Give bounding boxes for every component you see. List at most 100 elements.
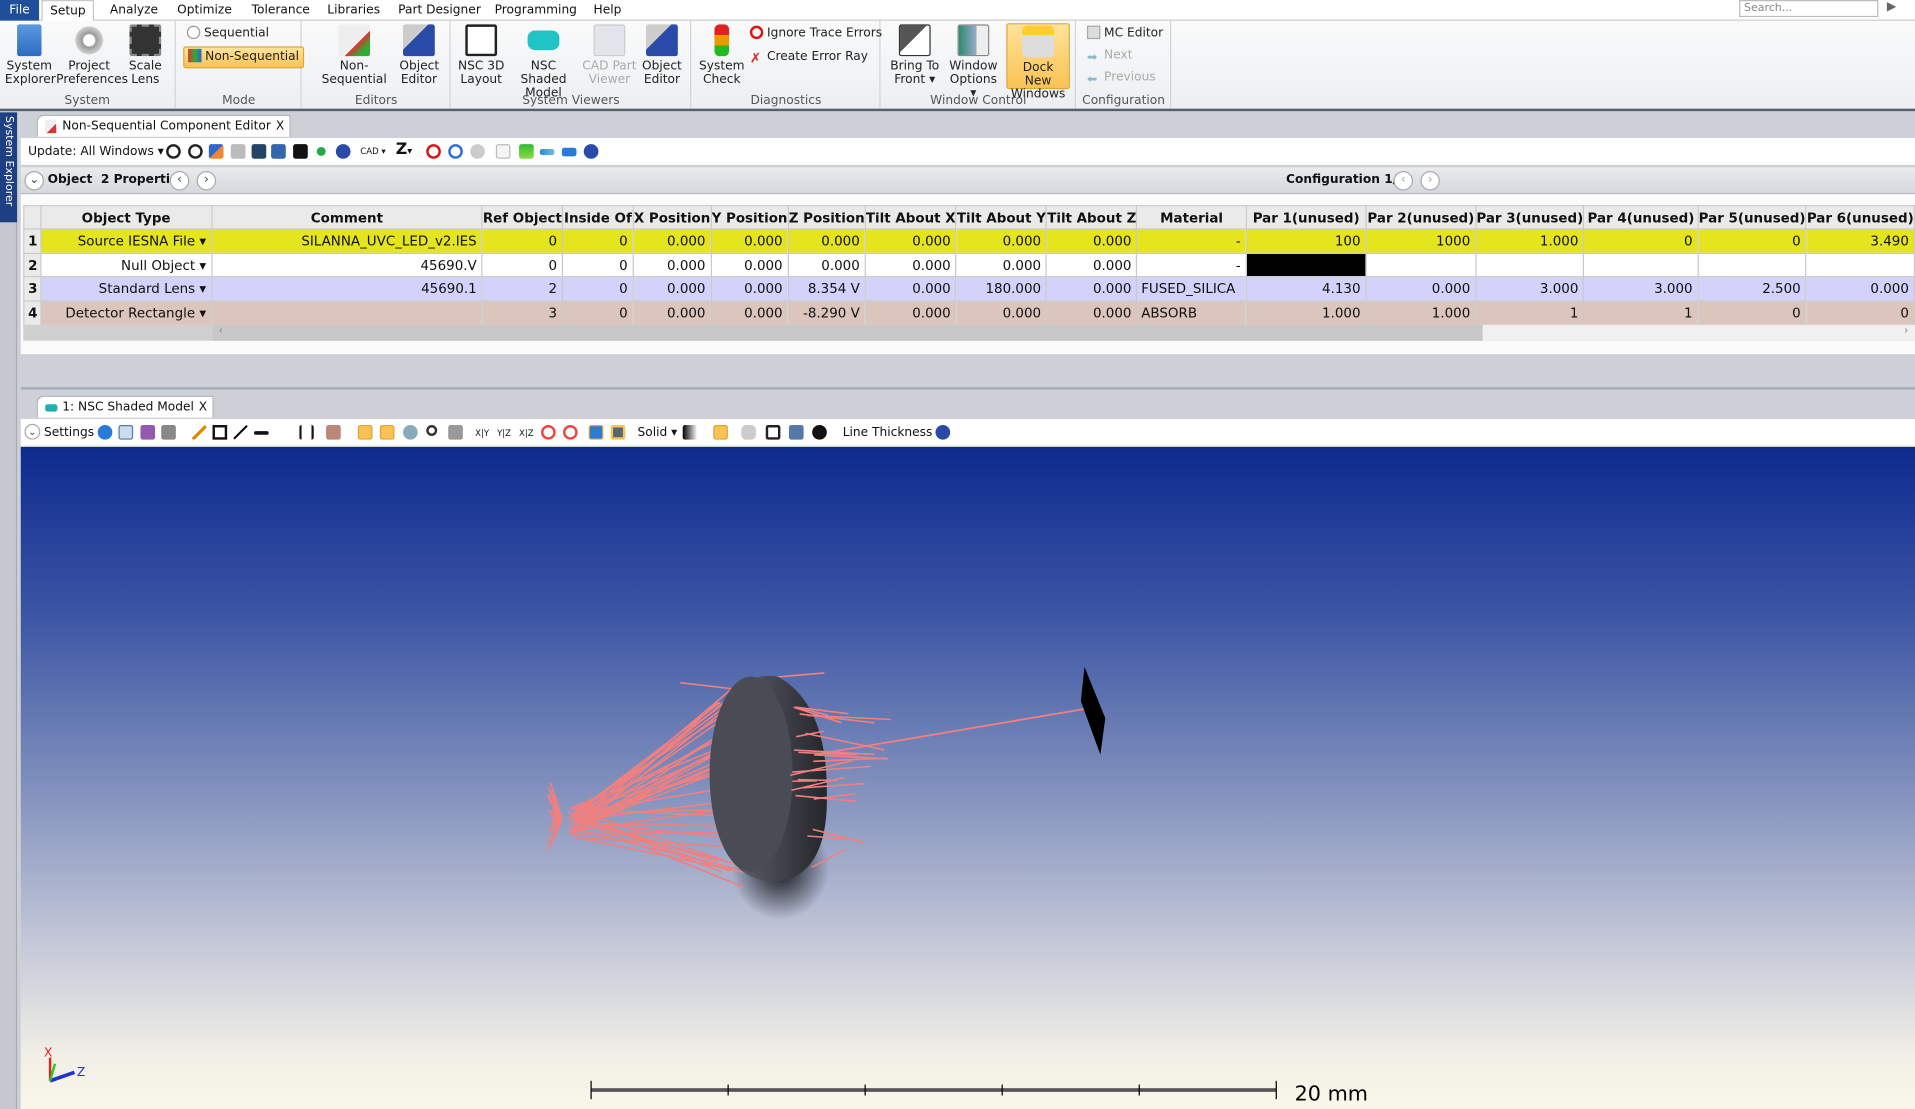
table-cell[interactable]: 0.000 xyxy=(1045,276,1138,302)
scroll-right-icon[interactable]: › xyxy=(1904,325,1908,337)
settings-expand-icon[interactable]: ⌄ xyxy=(24,423,41,440)
flashlight-icon[interactable] xyxy=(713,425,728,440)
table-cell[interactable]: 0.000 xyxy=(1365,276,1477,302)
pencil-icon[interactable] xyxy=(191,425,207,440)
update-dropdown[interactable]: Update: All Windows ▾ xyxy=(28,144,164,160)
yz-view-button[interactable]: Y|Z xyxy=(497,426,511,442)
table-cell[interactable]: 3.000 xyxy=(1475,276,1585,302)
table-cell[interactable] xyxy=(1475,252,1585,278)
menu-optimize[interactable]: Optimize xyxy=(170,0,239,21)
reset-view-icon[interactable] xyxy=(448,425,463,440)
table-cell[interactable]: - xyxy=(1136,252,1247,278)
mc-editor-button[interactable]: MC Editor xyxy=(1086,25,1163,43)
table-cell[interactable]: 0 xyxy=(561,276,634,302)
help-icon[interactable] xyxy=(935,425,951,440)
gradient-icon[interactable] xyxy=(682,425,698,440)
menu-help[interactable]: Help xyxy=(586,0,629,21)
horizontal-scrollbar[interactable]: ‹ › xyxy=(23,324,1915,341)
table-cell[interactable]: 45690.1 xyxy=(210,276,483,302)
nsc-3d-layout-button[interactable]: NSC 3D Layout xyxy=(457,24,506,87)
hexagon-icon[interactable] xyxy=(335,144,351,159)
viewer-object-editor-button[interactable]: Object Editor xyxy=(640,24,684,87)
z-dropdown[interactable]: Z▾ xyxy=(396,142,412,159)
table-cell[interactable]: 0.000 xyxy=(955,252,1048,278)
table-cell[interactable]: 0.000 xyxy=(710,228,789,254)
table-cell[interactable]: 0.000 xyxy=(632,300,712,326)
table-cell[interactable] xyxy=(1245,252,1367,278)
lock-icon[interactable] xyxy=(741,425,756,440)
text-icon[interactable] xyxy=(277,425,292,440)
menu-analyze[interactable]: Analyze xyxy=(103,0,166,21)
hide-objects-icon[interactable] xyxy=(563,425,578,440)
power-icon[interactable] xyxy=(812,425,827,440)
table-cell[interactable]: 0.000 xyxy=(710,276,789,302)
print-icon[interactable] xyxy=(161,425,176,440)
table-cell[interactable]: 0.000 xyxy=(710,252,789,278)
table-cell[interactable] xyxy=(210,300,483,326)
swap-icon[interactable] xyxy=(519,144,534,159)
column-header[interactable] xyxy=(23,205,42,230)
arrow-icon[interactable] xyxy=(233,425,248,440)
table-cell[interactable]: 0 xyxy=(1805,300,1915,326)
column-header[interactable]: Tilt About Z xyxy=(1045,205,1138,230)
pane-splitter[interactable] xyxy=(20,387,1915,390)
circles-icon[interactable] xyxy=(313,144,329,159)
ray-trace-icon[interactable] xyxy=(230,144,246,159)
table-cell[interactable]: 45690.V xyxy=(210,252,483,278)
table-cell[interactable]: 1.000 xyxy=(1245,300,1367,326)
settings-button[interactable]: Settings xyxy=(44,425,94,441)
hide-rays-icon[interactable] xyxy=(541,425,556,440)
table-cell[interactable]: 4.130 xyxy=(1245,276,1367,302)
table-cell[interactable]: 0 xyxy=(561,228,634,254)
table-cell[interactable]: 0.000 xyxy=(632,252,712,278)
table-cell[interactable] xyxy=(1365,252,1477,278)
table-cell[interactable]: 0 xyxy=(1697,300,1807,326)
table-cell[interactable]: 0 xyxy=(481,252,564,278)
table-cell[interactable]: 1 xyxy=(1475,300,1585,326)
undo-icon[interactable] xyxy=(448,144,463,159)
table-row[interactable]: 2 Null Object ▾ 45690.V 0 0 0.000 0.000 0.000 0.… xyxy=(23,252,1915,278)
nsc-shaded-model-button[interactable]: NSC Shaded Model xyxy=(508,24,579,100)
reload-all-icon[interactable] xyxy=(188,144,203,159)
table-cell[interactable]: 0.000 xyxy=(864,252,957,278)
project-preferences-button[interactable]: Project Preferences xyxy=(56,24,128,87)
expand-properties-button[interactable]: ⌄ xyxy=(24,170,44,191)
column-header[interactable]: Tilt About X xyxy=(864,205,957,230)
window-icon[interactable] xyxy=(788,425,804,440)
box-icon[interactable] xyxy=(610,425,626,440)
table-row[interactable]: 4 Detector Rectangle ▾ 3 0 0.000 0.000 -8.290 … xyxy=(23,300,1915,326)
column-header[interactable]: X Position xyxy=(632,205,712,230)
table-cell[interactable]: 2.500 xyxy=(1697,276,1807,302)
table-cell[interactable] xyxy=(1583,252,1699,278)
xz-view-button[interactable]: X|Z xyxy=(519,426,534,442)
scrollbar-thumb[interactable] xyxy=(1482,324,1915,341)
pencil-icon[interactable] xyxy=(208,144,224,159)
menu-file[interactable]: File xyxy=(0,0,40,21)
close-tab-button[interactable]: X xyxy=(276,120,284,133)
menu-part-designer[interactable]: Part Designer xyxy=(391,0,488,21)
search-go-icon[interactable]: ▶ xyxy=(1887,0,1896,13)
line-icon[interactable] xyxy=(254,431,269,435)
render-mode-dropdown[interactable]: Solid ▾ xyxy=(638,425,678,441)
table-cell[interactable]: 180.000 xyxy=(955,276,1048,302)
table-cell[interactable] xyxy=(1697,252,1807,278)
table-cell[interactable]: 0.000 xyxy=(955,228,1048,254)
table-cell[interactable]: 1 xyxy=(1583,300,1699,326)
column-header[interactable]: Par 4(unused) xyxy=(1583,205,1699,230)
table-cell[interactable]: 0.000 xyxy=(955,300,1048,326)
column-header[interactable]: Ref Object xyxy=(481,205,564,230)
table-cell[interactable]: 0.000 xyxy=(787,252,866,278)
table-cell[interactable]: 1.000 xyxy=(1365,300,1477,326)
dock-new-windows-button[interactable]: Dock New Windows xyxy=(1006,23,1070,101)
table-cell[interactable]: 8.354 V xyxy=(787,276,866,302)
column-header[interactable]: Tilt About Y xyxy=(955,205,1048,230)
table-cell[interactable]: 0 xyxy=(1697,228,1807,254)
table-cell[interactable]: 0.000 xyxy=(864,300,957,326)
arrow-right-icon[interactable] xyxy=(561,147,577,157)
table-cell[interactable]: 0.000 xyxy=(1805,276,1915,302)
menu-setup[interactable]: Setup xyxy=(41,0,95,22)
cube-blue-icon[interactable] xyxy=(588,425,604,440)
scroll-left-icon[interactable]: ‹ xyxy=(219,325,223,337)
table-cell[interactable]: 0 xyxy=(481,228,564,254)
previous-object-button[interactable]: ‹ xyxy=(169,170,190,191)
